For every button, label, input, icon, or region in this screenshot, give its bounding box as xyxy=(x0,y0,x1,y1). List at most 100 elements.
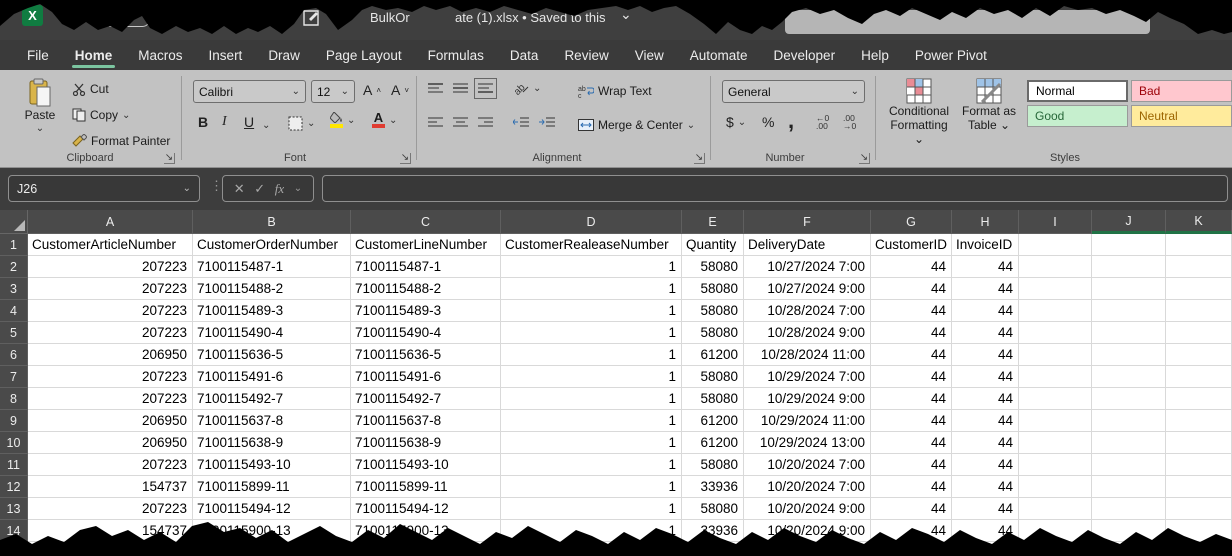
cell-i6[interactable] xyxy=(1019,344,1092,366)
cell-d1[interactable]: CustomerRealeaseNumber xyxy=(501,234,682,256)
cell-i9[interactable] xyxy=(1019,410,1092,432)
cell-e10[interactable]: 61200 xyxy=(682,432,744,454)
cell-b12[interactable]: 7100115899-11 xyxy=(193,476,351,498)
cell-c1[interactable]: CustomerLineNumber xyxy=(351,234,501,256)
row-header-8[interactable]: 8 xyxy=(0,388,28,410)
column-header-j[interactable]: J xyxy=(1092,210,1166,234)
column-header-k[interactable]: K xyxy=(1166,210,1232,234)
menu-tab-macros[interactable]: Macros xyxy=(125,40,195,70)
cell-i11[interactable] xyxy=(1019,454,1092,476)
increase-decimal-button[interactable]: ←0.00 xyxy=(816,114,829,130)
cell-k14[interactable] xyxy=(1166,520,1232,542)
wrap-text-button[interactable]: abc Wrap Text xyxy=(578,84,652,98)
cell-e13[interactable]: 58080 xyxy=(682,498,744,520)
cell-j13[interactable] xyxy=(1092,498,1166,520)
cell-g2[interactable]: 44 xyxy=(871,256,952,278)
cell-k9[interactable] xyxy=(1166,410,1232,432)
cell-i5[interactable] xyxy=(1019,322,1092,344)
menu-tab-file[interactable]: File xyxy=(14,40,62,70)
enter-check-icon[interactable]: ✓ xyxy=(254,181,265,197)
align-left-icon[interactable] xyxy=(428,116,443,129)
cell-d7[interactable]: 1 xyxy=(501,366,682,388)
cell-a11[interactable]: 207223 xyxy=(28,454,193,476)
cell-a2[interactable]: 207223 xyxy=(28,256,193,278)
cell-c5[interactable]: 7100115490-4 xyxy=(351,322,501,344)
percent-style-button[interactable]: % xyxy=(762,114,774,130)
menu-tab-developer[interactable]: Developer xyxy=(761,40,849,70)
cell-d12[interactable]: 1 xyxy=(501,476,682,498)
menu-tab-view[interactable]: View xyxy=(622,40,677,70)
row-header-9[interactable]: 9 xyxy=(0,410,28,432)
menu-tab-page-layout[interactable]: Page Layout xyxy=(313,40,415,70)
cell-style-good[interactable]: Good xyxy=(1027,105,1128,127)
cell-f14[interactable]: 10/20/2024 9:00 xyxy=(744,520,871,542)
row-header-7[interactable]: 7 xyxy=(0,366,28,388)
cell-b10[interactable]: 7100115638-9 xyxy=(193,432,351,454)
cell-c7[interactable]: 7100115491-6 xyxy=(351,366,501,388)
cell-i3[interactable] xyxy=(1019,278,1092,300)
cell-f10[interactable]: 10/29/2024 13:00 xyxy=(744,432,871,454)
cell-g14[interactable]: 44 xyxy=(871,520,952,542)
cell-k3[interactable] xyxy=(1166,278,1232,300)
underline-button[interactable]: U xyxy=(244,114,254,130)
cell-k5[interactable] xyxy=(1166,322,1232,344)
font-dialog-launcher[interactable]: ↘ xyxy=(400,153,411,164)
cell-i10[interactable] xyxy=(1019,432,1092,454)
cell-e3[interactable]: 58080 xyxy=(682,278,744,300)
column-header-b[interactable]: B xyxy=(193,210,351,234)
conditional-formatting-button[interactable]: Conditional Formatting ⌄ xyxy=(888,78,950,146)
cell-g7[interactable]: 44 xyxy=(871,366,952,388)
cell-a12[interactable]: 154737 xyxy=(28,476,193,498)
cell-h11[interactable]: 44 xyxy=(952,454,1019,476)
accounting-format-button[interactable]: $ ⌄ xyxy=(726,114,746,130)
cell-d14[interactable]: 1 xyxy=(501,520,682,542)
cell-i1[interactable] xyxy=(1019,234,1092,256)
row-header-13[interactable]: 13 xyxy=(0,498,28,520)
cell-e7[interactable]: 58080 xyxy=(682,366,744,388)
font-name-select[interactable]: Calibri ⌄ xyxy=(193,80,306,103)
cell-e14[interactable]: 33936 xyxy=(682,520,744,542)
cell-i14[interactable] xyxy=(1019,520,1092,542)
insert-function-icon[interactable]: fx xyxy=(275,181,284,197)
menu-tab-data[interactable]: Data xyxy=(497,40,552,70)
cell-i8[interactable] xyxy=(1019,388,1092,410)
cell-b1[interactable]: CustomerOrderNumber xyxy=(193,234,351,256)
cell-c8[interactable]: 7100115492-7 xyxy=(351,388,501,410)
row-header-10[interactable]: 10 xyxy=(0,432,28,454)
cell-k11[interactable] xyxy=(1166,454,1232,476)
cell-e1[interactable]: Quantity xyxy=(682,234,744,256)
cell-c11[interactable]: 7100115493-10 xyxy=(351,454,501,476)
cell-j1[interactable] xyxy=(1092,234,1166,256)
cell-f5[interactable]: 10/28/2024 9:00 xyxy=(744,322,871,344)
cell-k2[interactable] xyxy=(1166,256,1232,278)
cell-d13[interactable]: 1 xyxy=(501,498,682,520)
cell-g3[interactable]: 44 xyxy=(871,278,952,300)
cell-e2[interactable]: 58080 xyxy=(682,256,744,278)
cell-a6[interactable]: 206950 xyxy=(28,344,193,366)
cell-h4[interactable]: 44 xyxy=(952,300,1019,322)
decrease-font-size-button[interactable]: A˅ xyxy=(391,82,409,98)
cell-k12[interactable] xyxy=(1166,476,1232,498)
cell-j2[interactable] xyxy=(1092,256,1166,278)
cell-d5[interactable]: 1 xyxy=(501,322,682,344)
excel-app-icon[interactable]: X xyxy=(22,5,43,26)
cell-d10[interactable]: 1 xyxy=(501,432,682,454)
cell-d6[interactable]: 1 xyxy=(501,344,682,366)
number-dialog-launcher[interactable]: ↘ xyxy=(859,153,870,164)
cell-j8[interactable] xyxy=(1092,388,1166,410)
column-header-a[interactable]: A xyxy=(28,210,193,234)
cell-i2[interactable] xyxy=(1019,256,1092,278)
cell-b14[interactable]: 7100115900-13 xyxy=(193,520,351,542)
alignment-dialog-launcher[interactable]: ↘ xyxy=(694,153,705,164)
menu-tab-review[interactable]: Review xyxy=(551,40,621,70)
cell-b13[interactable]: 7100115494-12 xyxy=(193,498,351,520)
row-header-11[interactable]: 11 xyxy=(0,454,28,476)
menu-tab-home[interactable]: Home xyxy=(62,40,126,70)
cell-g10[interactable]: 44 xyxy=(871,432,952,454)
cell-h9[interactable]: 44 xyxy=(952,410,1019,432)
cell-f7[interactable]: 10/29/2024 7:00 xyxy=(744,366,871,388)
copy-button[interactable]: Copy ⌄ xyxy=(72,108,130,122)
select-all-corner[interactable] xyxy=(0,210,28,234)
row-header-12[interactable]: 12 xyxy=(0,476,28,498)
borders-button[interactable]: ⌄ xyxy=(288,116,315,131)
